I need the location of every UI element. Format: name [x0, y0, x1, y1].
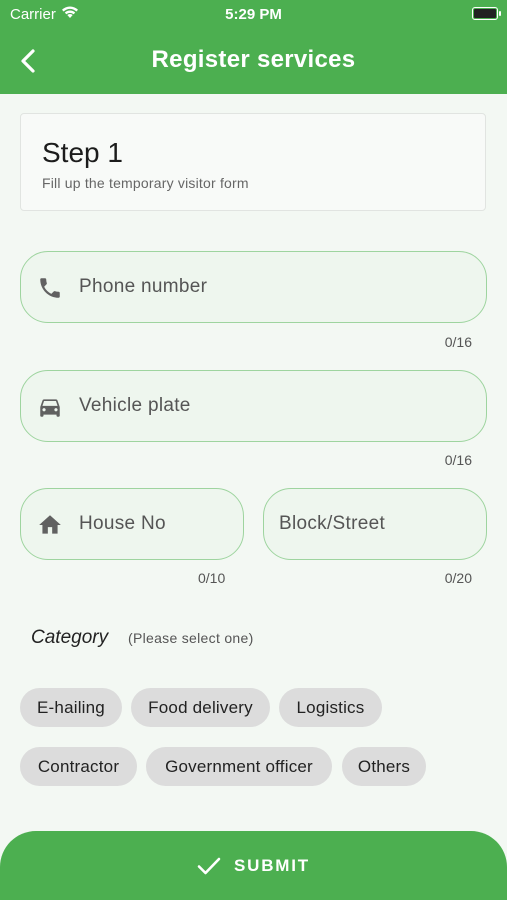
chip-food-delivery[interactable]: Food delivery [131, 688, 270, 727]
phone-icon [40, 278, 60, 298]
chip-government-officer[interactable]: Government officer [146, 747, 332, 786]
category-hint: (Please select one) [128, 630, 254, 646]
clock: 5:29 PM [225, 6, 282, 23]
vehicle-plate-field[interactable]: Vehicle plate [20, 370, 487, 442]
vehicle-plate-placeholder: Vehicle plate [79, 395, 191, 416]
step-title: Step 1 [42, 137, 123, 168]
step-card: Step 1 Fill up the temporary visitor for… [20, 113, 486, 211]
block-street-placeholder: Block/Street [279, 513, 386, 534]
block-street-field[interactable]: Block/Street [263, 488, 487, 560]
submit-button[interactable]: SUBMIT [0, 831, 507, 900]
page-title: Register services [151, 46, 356, 73]
submit-label: SUBMIT [234, 856, 310, 875]
chip-contractor[interactable]: Contractor [20, 747, 137, 786]
house-no-field[interactable]: House No [20, 488, 244, 560]
status-bar: Carrier 5:29 PM [0, 0, 507, 28]
app-bar: Register services [0, 28, 507, 94]
car-icon [40, 399, 60, 417]
phone-number-counter: 0/16 [444, 334, 472, 350]
step-subtitle: Fill up the temporary visitor form [42, 175, 249, 191]
chip-others[interactable]: Others [342, 747, 426, 786]
block-street-counter: 0/20 [444, 570, 472, 586]
house-no-counter: 0/10 [198, 570, 226, 586]
check-icon [197, 857, 221, 875]
house-no-placeholder: House No [79, 513, 166, 534]
battery-icon [472, 7, 501, 20]
chip-e-hailing[interactable]: E-hailing [20, 688, 122, 727]
vehicle-plate-counter: 0/16 [444, 452, 472, 468]
chip-logistics[interactable]: Logistics [279, 688, 382, 727]
phone-number-field[interactable]: Phone number [20, 251, 487, 323]
category-label: Category [31, 627, 109, 648]
phone-number-placeholder: Phone number [79, 276, 208, 297]
home-icon [39, 515, 61, 534]
